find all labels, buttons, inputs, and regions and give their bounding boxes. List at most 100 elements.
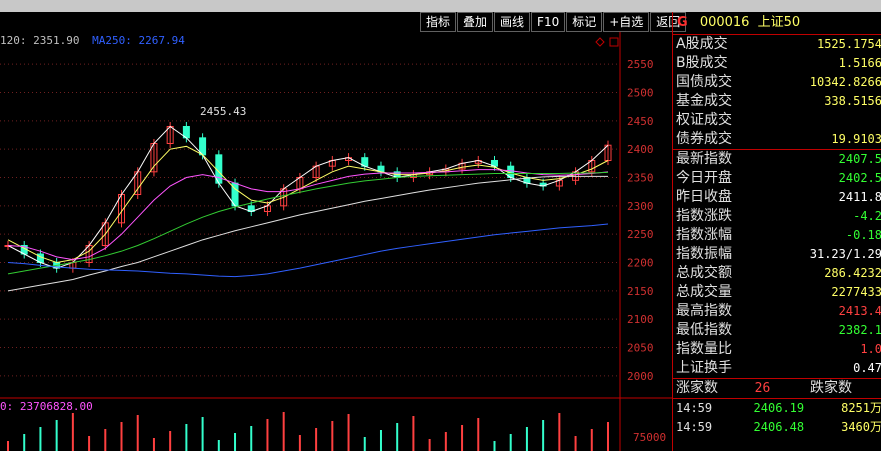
stat-row: 昨日收盘 2411.8 bbox=[673, 188, 881, 207]
turnover-value: 1.5166 bbox=[838, 56, 881, 70]
turnover-rows: A股成交 1525.1754 B股成交 1.5166 国债成交 10342.8266 基金成… bbox=[673, 35, 881, 149]
tick-time: 14:59 bbox=[676, 401, 713, 415]
stat-value: -4.2 bbox=[853, 209, 881, 223]
y-tick-label: 2150 bbox=[627, 285, 654, 298]
turnover-row: 基金成交 338.5156 bbox=[673, 92, 881, 111]
stat-label: 最新指数 bbox=[676, 151, 732, 167]
stat-row: 最高指数 2413.4 bbox=[673, 302, 881, 321]
chart-toolbar: 指标 叠加 画线 F10 标记 +自选 返回 bbox=[420, 12, 687, 32]
y-tick-label: 2300 bbox=[627, 200, 654, 213]
turnover-label: 权证成交 bbox=[676, 112, 732, 128]
stat-row: 最低指数 2382.1 bbox=[673, 321, 881, 340]
ma-line bbox=[7, 223, 609, 278]
index-stats-rows: 最新指数 2407.5 今日开盘 2402.5 昨日收盘 2411.8 指数涨跌 -4.2 指数… bbox=[673, 149, 881, 378]
stat-row: 指数涨幅 -0.18 bbox=[673, 226, 881, 245]
overlay-button[interactable]: 叠加 bbox=[457, 12, 494, 32]
turnover-row: 国债成交 10342.8266 bbox=[673, 73, 881, 92]
ma-legend: 120: 2351.90 MA250: 2267.94 bbox=[0, 34, 185, 47]
stat-value: 1.0 bbox=[860, 342, 881, 356]
stat-label: 指数量比 bbox=[676, 341, 732, 357]
stat-label: 今日开盘 bbox=[676, 170, 732, 186]
stat-value: -0.18 bbox=[845, 228, 881, 242]
stat-row: 总成交量 2277433 bbox=[673, 283, 881, 302]
turnover-value: 338.5156 bbox=[824, 94, 881, 108]
stat-label: 昨日收盘 bbox=[676, 189, 732, 205]
tick-vol: 3460万 bbox=[841, 420, 881, 434]
stat-value: 0.47 bbox=[853, 361, 881, 375]
stat-label: 上证换手 bbox=[676, 360, 732, 376]
stat-value: 2402.5 bbox=[838, 171, 881, 185]
diamond-icon bbox=[595, 37, 605, 47]
chart-corner-icon bbox=[609, 37, 619, 47]
y-tick-label: 2000 bbox=[627, 370, 654, 383]
turnover-row: A股成交 1525.1754 bbox=[673, 35, 881, 54]
volume-legend: 0: 23706828.00 bbox=[0, 400, 93, 413]
y-tick-label: 2450 bbox=[627, 115, 654, 128]
stat-row: 指数涨跌 -4.2 bbox=[673, 207, 881, 226]
y-tick-label: 2500 bbox=[627, 87, 654, 100]
stat-label: 指数涨跌 bbox=[676, 208, 732, 224]
stat-row: 上证换手 0.47 bbox=[673, 359, 881, 378]
turnover-label: B股成交 bbox=[676, 55, 728, 71]
stat-value: 31.23/1.29 bbox=[809, 247, 881, 261]
indicator-button[interactable]: 指标 bbox=[420, 12, 457, 32]
stat-value: 2277433 bbox=[831, 285, 881, 299]
stat-label: 最低指数 bbox=[676, 322, 732, 338]
stat-value: 2413.4 bbox=[838, 304, 881, 318]
stat-row: 指数量比 1.0 bbox=[673, 340, 881, 359]
f10-button[interactable]: F10 bbox=[531, 12, 566, 32]
mark-button[interactable]: 标记 bbox=[566, 12, 603, 32]
y-tick-label: 2100 bbox=[627, 313, 654, 326]
stat-row: 指数振幅 31.23/1.29 bbox=[673, 245, 881, 264]
add-favorite-button[interactable]: +自选 bbox=[603, 12, 650, 32]
down-count-label: 跌家数 bbox=[810, 380, 852, 396]
tick-price: 2406.48 bbox=[753, 420, 805, 434]
stat-label: 总成交量 bbox=[676, 284, 732, 300]
ma-line bbox=[7, 145, 609, 264]
tick-vol: 8251万 bbox=[841, 401, 881, 415]
ma-line bbox=[7, 125, 609, 269]
y-tick-label: 2200 bbox=[627, 257, 654, 270]
tick-time: 14:59 bbox=[676, 420, 713, 434]
stat-label: 指数涨幅 bbox=[676, 227, 732, 243]
index-name: 上证50 bbox=[757, 15, 801, 30]
stat-value: 2382.1 bbox=[838, 323, 881, 337]
turnover-value: 10342.8266 bbox=[809, 75, 881, 89]
tick-list: 14:59 2406.19 8251万 14:59 2406.48 3460万 bbox=[673, 398, 881, 437]
stat-row: 最新指数 2407.5 bbox=[673, 150, 881, 169]
y-tick-label: 2350 bbox=[627, 172, 654, 185]
panel-header: G 000016 上证50 bbox=[673, 12, 881, 35]
turnover-row: B股成交 1.5166 bbox=[673, 54, 881, 73]
stat-value: 2407.5 bbox=[838, 152, 881, 166]
ma-line bbox=[7, 169, 609, 261]
stat-value: 286.4232 bbox=[824, 266, 881, 280]
turnover-value: 1525.1754 bbox=[816, 37, 881, 51]
updown-row: 涨家数 26 跌家数 bbox=[673, 378, 881, 398]
y-tick-label: 2550 bbox=[627, 58, 654, 71]
turnover-label: A股成交 bbox=[676, 36, 728, 52]
index-code: 000016 bbox=[699, 15, 750, 30]
window-top-strip bbox=[0, 0, 881, 12]
tick-row: 14:59 2406.48 3460万 bbox=[673, 418, 881, 437]
y-tick-label: 2250 bbox=[627, 228, 654, 241]
up-count-label: 涨家数 bbox=[676, 380, 718, 396]
draw-line-button[interactable]: 画线 bbox=[494, 12, 531, 32]
y-tick-label: 2050 bbox=[627, 342, 654, 355]
quote-panel: G 000016 上证50 A股成交 1525.1754 B股成交 1.5166 国债成… bbox=[672, 12, 881, 451]
ma120-label: 120: 2351.90 bbox=[0, 34, 80, 47]
stat-label: 总成交额 bbox=[676, 265, 732, 281]
stat-row: 今日开盘 2402.5 bbox=[673, 169, 881, 188]
turnover-label: 债券成交 bbox=[676, 131, 732, 147]
tick-price: 2406.19 bbox=[753, 401, 805, 415]
turnover-label: 国债成交 bbox=[676, 74, 732, 90]
stat-row: 总成交额 286.4232 bbox=[673, 264, 881, 283]
turnover-value: 19.9103 bbox=[831, 132, 881, 146]
y-tick-label: 2400 bbox=[627, 143, 654, 156]
turnover-row: 债券成交 19.9103 bbox=[673, 130, 881, 149]
volume-axis-label: 75000 bbox=[633, 431, 666, 444]
tick-row: 14:59 2406.19 8251万 bbox=[673, 399, 881, 418]
stat-label: 最高指数 bbox=[676, 303, 732, 319]
peak-label: 2455.43 bbox=[200, 105, 246, 118]
kline-chart[interactable]: 2550 2500 2450 2400 2350 2300 2250 2200 2150 2100… bbox=[0, 32, 672, 451]
turnover-row: 权证成交 bbox=[673, 111, 881, 130]
